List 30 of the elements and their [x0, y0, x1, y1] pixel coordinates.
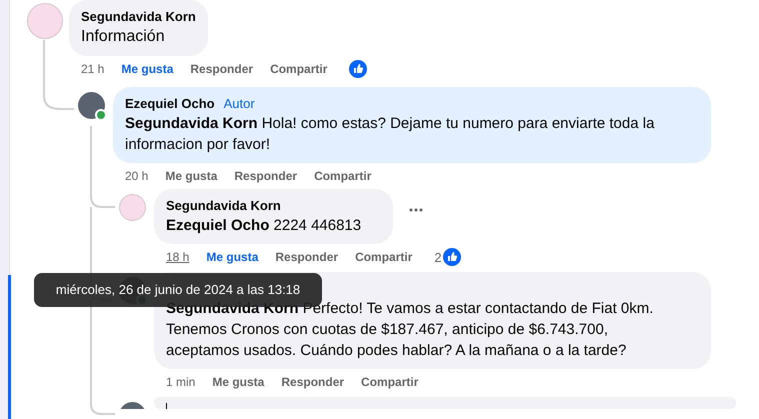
comment-text: Ezequiel Ocho 2224 446813 [166, 216, 362, 236]
reaction-count: 2 [434, 250, 442, 264]
like-button[interactable]: Me gusta [212, 375, 264, 389]
like-button[interactable]: Me gusta [206, 250, 258, 264]
mention-link[interactable]: Ezequiel Ocho [166, 217, 270, 234]
reply-button[interactable]: Responder [234, 169, 298, 183]
share-button[interactable]: Compartir [270, 62, 328, 76]
share-button[interactable]: Compartir [355, 250, 412, 264]
mention-link[interactable]: Segundavida Korn [125, 115, 258, 132]
author-name[interactable]: Segundavida Korn [166, 197, 281, 215]
text-cursor [166, 403, 167, 409]
comment-text: Información [81, 27, 166, 47]
timestamp-link[interactable]: 20 h [125, 169, 148, 183]
share-button[interactable]: Compartir [314, 169, 372, 183]
comment-text: Segundavida Korn Hola! como estas? Dejame tu numero para enviarte toda la informacion por favor! [125, 114, 656, 155]
timestamp-link[interactable]: 1 min [166, 375, 196, 389]
reply-button[interactable]: Responder [190, 62, 254, 76]
date-tooltip: miércoles, 26 de junio de 2024 a las 13:18 [34, 273, 322, 307]
share-button[interactable]: Compartir [361, 375, 418, 389]
author-role-label: Autor [224, 95, 255, 113]
reply-button[interactable]: Responder [281, 375, 344, 389]
author-name[interactable]: Segundavida Korn [81, 8, 196, 26]
reply-button[interactable]: Responder [275, 250, 338, 264]
timestamp-link[interactable]: 21 h [81, 62, 104, 76]
author-name[interactable]: Ezequiel Ocho [125, 95, 215, 113]
timestamp-link[interactable]: 18 h [166, 250, 190, 264]
thread-line [43, 40, 74, 110]
like-button[interactable]: Me gusta [121, 62, 174, 76]
like-button[interactable]: Me gusta [165, 169, 218, 183]
reply-input-field[interactable] [154, 397, 736, 409]
